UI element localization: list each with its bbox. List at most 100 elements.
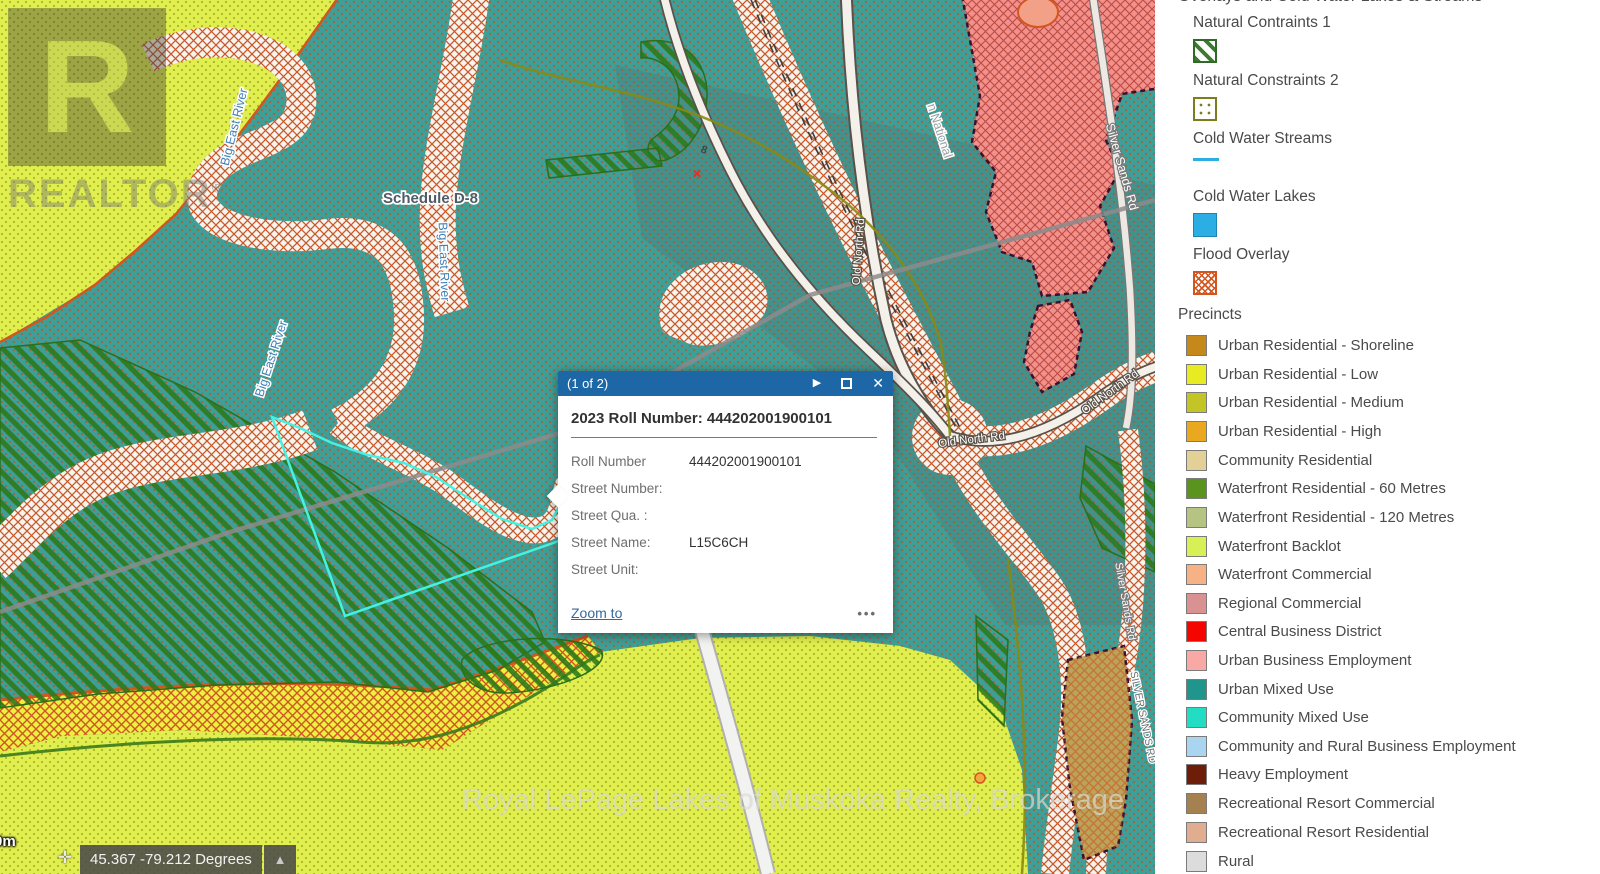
next-feature-button[interactable]: ▶	[813, 371, 821, 396]
field-row: Street Name: L15C6CH	[571, 529, 877, 556]
precinct-label: Rural	[1218, 853, 1254, 870]
legend-item-precinct: Community Mixed Use	[1186, 703, 1369, 731]
precinct-swatch	[1186, 507, 1207, 528]
precinct-swatch	[1186, 450, 1207, 471]
precinct-label: Community and Rural Business Employment	[1218, 738, 1516, 755]
popup-pager: (1 of 2)	[567, 376, 793, 391]
precinct-label: Waterfront Commercial	[1218, 566, 1372, 583]
legend-item-flood-overlay: Flood Overlay	[1193, 246, 1289, 295]
legend-item-precinct: Waterfront Backlot	[1186, 532, 1341, 560]
popup-body: 2023 Roll Number: 444202001900101 Roll N…	[558, 396, 893, 633]
precinct-swatch	[1186, 793, 1207, 814]
zoom-to-link[interactable]: Zoom to	[571, 605, 622, 621]
precinct-swatch	[1186, 822, 1207, 843]
precinct-label: Urban Residential - Shoreline	[1218, 337, 1414, 354]
popup-header[interactable]: (1 of 2) ▶ ✕	[558, 371, 893, 396]
precinct-label: Community Mixed Use	[1218, 709, 1369, 726]
precinct-swatch	[1186, 392, 1207, 413]
crosshair-icon[interactable]: ✛	[56, 849, 74, 867]
close-button[interactable]: ✕	[872, 371, 884, 396]
precinct-label: Heavy Employment	[1218, 766, 1348, 783]
legend-header-clipped: Overlays and Cold Water Lakes & Streams	[1178, 0, 1482, 6]
precinct-swatch	[1186, 564, 1207, 585]
zone-small-commercial-blob	[1018, 0, 1058, 27]
legend-item-precinct: Central Business District	[1186, 617, 1381, 645]
precinct-swatch	[1186, 851, 1207, 872]
swatch-cold-water-streams	[1193, 158, 1219, 161]
legend-panel: Overlays and Cold Water Lakes & Streams …	[1155, 0, 1600, 874]
swatch-cold-water-lakes	[1193, 213, 1217, 237]
legend-item-precinct: Community and Rural Business Employment	[1186, 732, 1516, 760]
precinct-swatch	[1186, 707, 1207, 728]
precinct-label: Urban Mixed Use	[1218, 681, 1334, 698]
legend-item-natural-constraints-1: Natural Contraints 1	[1193, 14, 1331, 63]
precinct-swatch	[1186, 593, 1207, 614]
legend-item-precinct: Heavy Employment	[1186, 760, 1348, 788]
legend-item-precinct: Recreational Resort Residential	[1186, 818, 1429, 846]
river-label-2: Big East River	[436, 222, 453, 302]
field-row: Street Number:	[571, 475, 877, 502]
precinct-label: Recreational Resort Residential	[1218, 824, 1429, 841]
precinct-swatch	[1186, 736, 1207, 757]
legend-item-cold-water-streams: Cold Water Streams	[1193, 130, 1332, 161]
precinct-swatch	[1186, 335, 1207, 356]
field-row: Street Unit:	[571, 556, 877, 583]
locate-button[interactable]: ▲	[264, 845, 296, 874]
precinct-swatch	[1186, 650, 1207, 671]
field-label: Street Unit:	[571, 562, 689, 577]
legend-item-precinct: Regional Commercial	[1186, 589, 1361, 617]
legend-item-precinct: Community Residential	[1186, 446, 1372, 474]
field-label: Roll Number	[571, 454, 689, 469]
precincts-group-title: Precincts	[1178, 306, 1242, 324]
precinct-swatch	[1186, 421, 1207, 442]
precinct-label: Urban Residential - High	[1218, 423, 1381, 440]
orange-dot-marker	[975, 773, 985, 783]
schedule-label: Schedule D-8	[383, 190, 478, 207]
precinct-label: Urban Residential - Medium	[1218, 394, 1404, 411]
field-label: Street Number:	[571, 481, 689, 496]
field-value: L15C6CH	[689, 535, 748, 550]
legend-label: Natural Contraints 1	[1193, 14, 1331, 32]
legend-label: Flood Overlay	[1193, 246, 1289, 264]
app-window: ✕ 8 Schedule D-8 Big East River Big East…	[0, 0, 1600, 874]
legend-item-precinct: Urban Residential - Medium	[1186, 388, 1404, 416]
legend-item-precinct: Waterfront Residential - 60 Metres	[1186, 474, 1446, 502]
swatch-natural-constraints-1	[1193, 39, 1217, 63]
precinct-swatch	[1186, 478, 1207, 499]
precinct-label: Recreational Resort Commercial	[1218, 795, 1435, 812]
precinct-swatch	[1186, 764, 1207, 785]
legend-label: Cold Water Streams	[1193, 130, 1332, 148]
legend-item-precinct: Urban Residential - High	[1186, 417, 1381, 445]
maximize-button[interactable]	[841, 378, 852, 389]
legend-item-precinct: Waterfront Residential - 120 Metres	[1186, 503, 1454, 531]
swatch-natural-constraints-2	[1193, 97, 1217, 121]
legend-item-precinct: Waterfront Commercial	[1186, 560, 1372, 588]
precinct-swatch	[1186, 679, 1207, 700]
legend-item-precinct: Urban Residential - Shoreline	[1186, 331, 1414, 359]
popup-footer: Zoom to •••	[571, 605, 877, 621]
legend-item-precinct: Urban Mixed Use	[1186, 675, 1334, 703]
legend-item-precinct: Rural	[1186, 847, 1254, 874]
legend-item-natural-constraints-2: Natural Constraints 2	[1193, 72, 1339, 121]
legend-label: Natural Constraints 2	[1193, 72, 1339, 90]
precinct-label: Waterfront Residential - 60 Metres	[1218, 480, 1446, 497]
precinct-swatch	[1186, 536, 1207, 557]
field-row: Street Qua. :	[571, 502, 877, 529]
coordinates-readout: 45.367 -79.212 Degrees	[80, 845, 262, 874]
popup-divider	[571, 437, 877, 438]
swatch-flood-overlay	[1193, 271, 1217, 295]
precinct-label: Waterfront Residential - 120 Metres	[1218, 509, 1454, 526]
legend-item-precinct: Urban Business Employment	[1186, 646, 1411, 674]
more-options-button[interactable]: •••	[857, 606, 877, 621]
field-row: Roll Number 444202001900101	[571, 448, 877, 475]
field-label: Street Qua. :	[571, 508, 689, 523]
red-x-marker: ✕	[692, 167, 702, 181]
legend-item-cold-water-lakes: Cold Water Lakes	[1193, 188, 1316, 237]
legend-label: Cold Water Lakes	[1193, 188, 1316, 206]
precinct-label: Urban Residential - Low	[1218, 366, 1378, 383]
scalebar-label: 0m	[0, 833, 16, 850]
precinct-label: Central Business District	[1218, 623, 1381, 640]
precinct-label: Regional Commercial	[1218, 595, 1361, 612]
precinct-label: Urban Business Employment	[1218, 652, 1411, 669]
precinct-label: Community Residential	[1218, 452, 1372, 469]
